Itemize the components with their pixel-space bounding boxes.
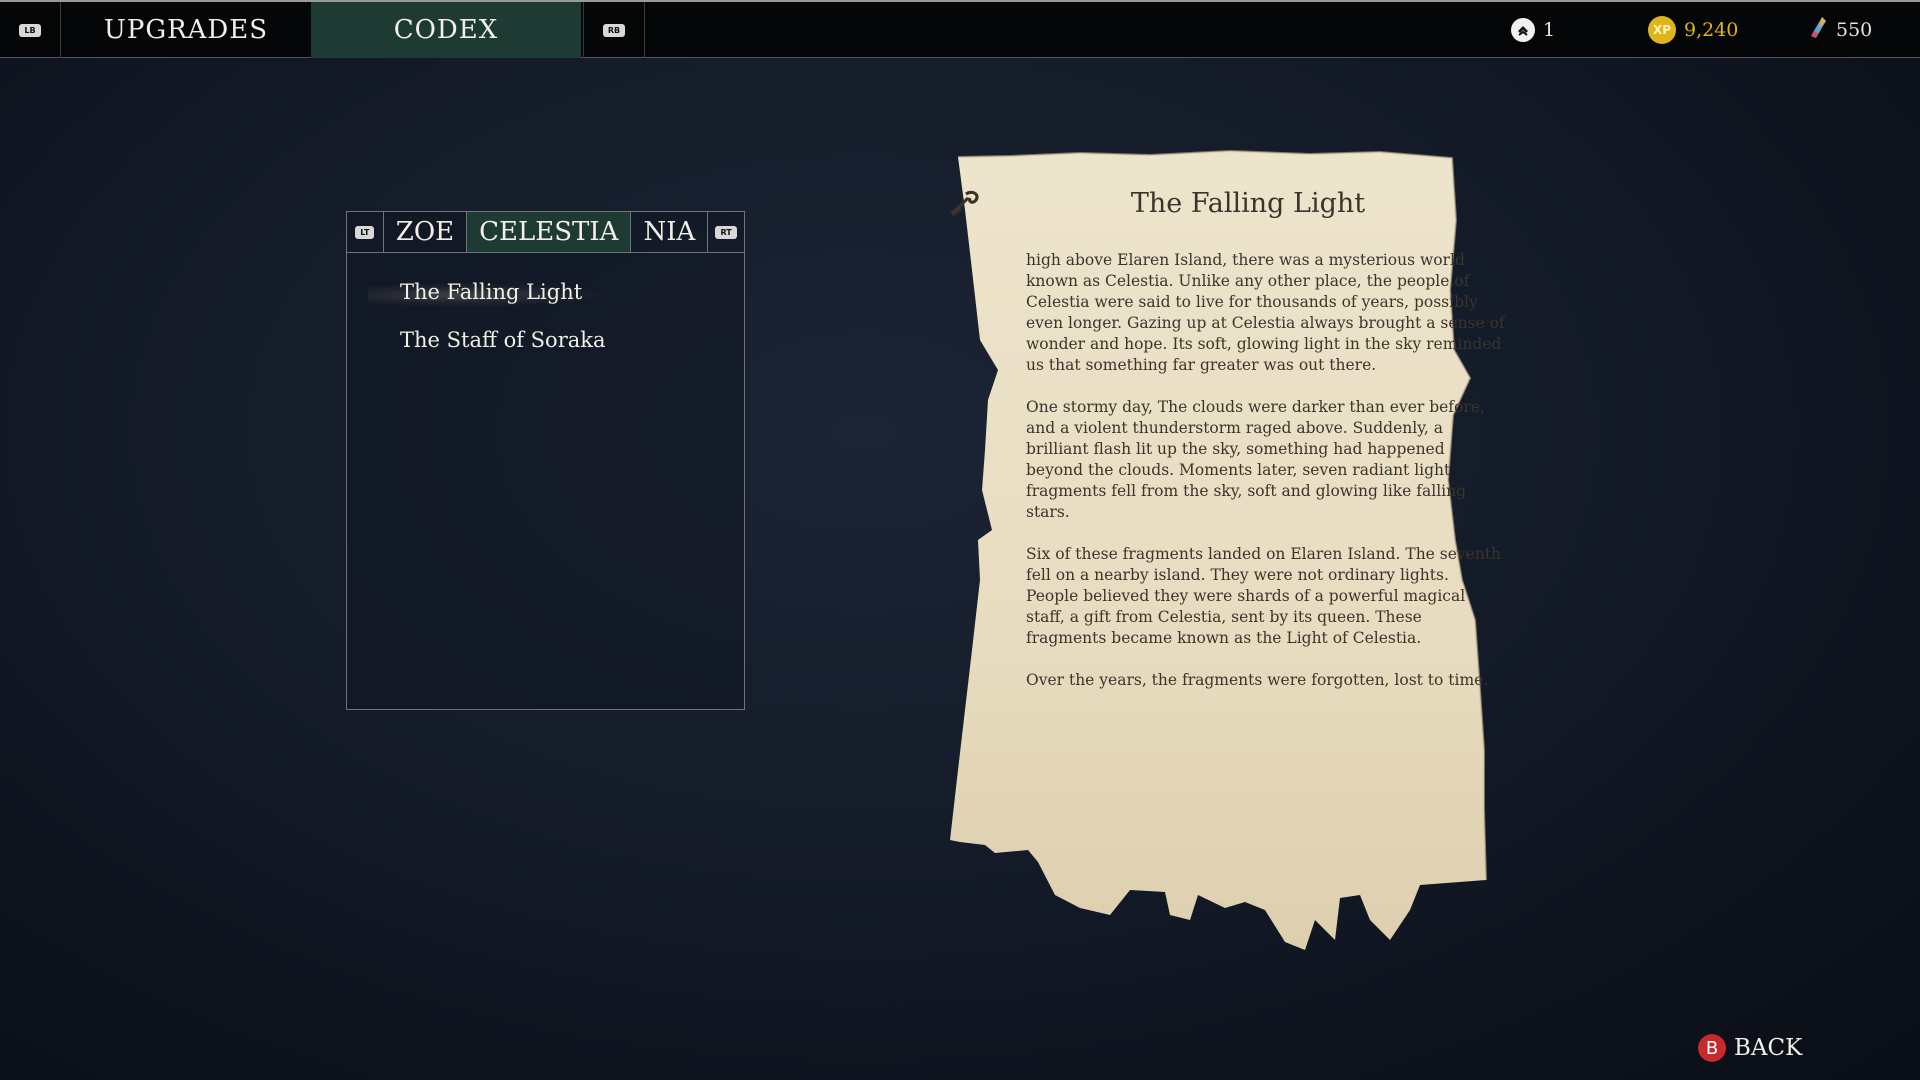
rt-trigger-label: RT <box>715 225 737 239</box>
tab-codex[interactable]: CODEX <box>311 2 581 58</box>
lore-paragraph: Over the years, the fragments were forgo… <box>1026 671 1489 689</box>
lore-parchment: The Falling Light high above Elaren Isla… <box>950 150 1586 950</box>
tab-zoe[interactable]: ZOE <box>384 212 466 252</box>
rb-bumper-button[interactable]: RB <box>583 2 645 58</box>
lt-trigger-button[interactable]: LT <box>347 212 384 252</box>
codex-entry-label: The Staff of Soraka <box>400 328 606 352</box>
tab-celestia[interactable]: CELESTIA <box>466 212 632 252</box>
rank-chevron-icon <box>1511 18 1535 42</box>
tab-upgrades-label: UPGRADES <box>103 15 269 45</box>
lb-bumper-label: LB <box>19 23 41 37</box>
lt-trigger-label: LT <box>355 225 375 239</box>
codex-entry-falling-light[interactable]: The Falling Light <box>367 280 599 306</box>
xp-value: 9,240 <box>1684 19 1739 41</box>
tab-celestia-label: CELESTIA <box>479 217 619 247</box>
crystal-value: 550 <box>1836 19 1873 41</box>
rank-value: 1 <box>1543 19 1556 41</box>
codex-character-tabs: LT ZOE CELESTIA NIA RT <box>347 212 744 253</box>
lore-title: The Falling Light <box>950 188 1546 219</box>
top-nav-bar: LB UPGRADES CODEX RB 1 XP 9,240 550 <box>0 0 1920 58</box>
crystal-shard-icon <box>1808 16 1828 45</box>
tab-upgrades[interactable]: UPGRADES <box>61 2 311 58</box>
tab-zoe-label: ZOE <box>395 217 455 247</box>
tab-codex-label: CODEX <box>393 15 499 45</box>
lore-paragraph: One stormy day, The clouds were darker t… <box>1026 398 1485 521</box>
rt-trigger-button[interactable]: RT <box>707 212 744 252</box>
tab-nia[interactable]: NIA <box>631 212 707 252</box>
lore-title-text: The Falling Light <box>1130 188 1366 219</box>
back-button[interactable]: B BACK <box>1698 1034 1802 1062</box>
crystal-display: 550 <box>1808 2 1872 58</box>
lb-bumper-button[interactable]: LB <box>0 2 61 58</box>
lore-paragraph: high above Elaren Island, there was a my… <box>1026 251 1505 374</box>
tab-nia-label: NIA <box>643 217 696 247</box>
rb-bumper-label: RB <box>602 23 626 37</box>
codex-entry-staff-of-soraka[interactable]: The Staff of Soraka <box>400 328 606 352</box>
b-button-icon: B <box>1698 1034 1726 1062</box>
lore-body: high above Elaren Island, there was a my… <box>1026 250 1506 712</box>
codex-entry-label: The Falling Light <box>400 280 583 304</box>
back-label: BACK <box>1734 1035 1803 1061</box>
xp-coin-icon: XP <box>1648 16 1676 44</box>
codex-list-panel: LT ZOE CELESTIA NIA RT The Falling Light… <box>346 211 745 710</box>
lore-paragraph: Six of these fragments landed on Elaren … <box>1026 545 1502 647</box>
xp-display: XP 9,240 <box>1648 2 1738 58</box>
rank-display: 1 <box>1511 2 1555 58</box>
scroll-ornament-right-icon <box>950 190 979 216</box>
